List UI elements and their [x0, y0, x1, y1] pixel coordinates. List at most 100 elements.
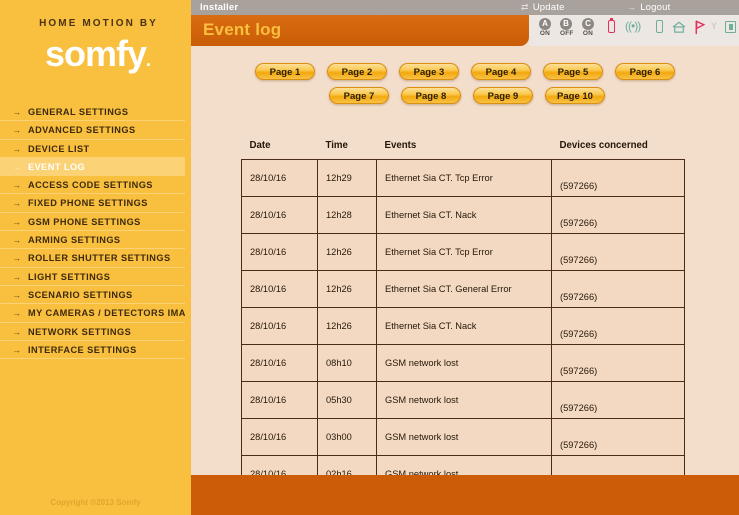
cell-date: 28/10/16: [241, 233, 318, 271]
zone-b-badge[interactable]: B OFF: [560, 18, 574, 37]
arrow-right-icon: →: [12, 289, 22, 300]
page-button-page-4[interactable]: Page 4: [471, 63, 531, 80]
flag-icon-svg: [695, 20, 706, 35]
cell-date: 28/10/16: [241, 307, 318, 345]
page-button-page-10[interactable]: Page 10: [545, 87, 605, 104]
arrow-right-icon: →: [12, 107, 22, 117]
sidebar-item-label: LIGHT SETTINGS: [28, 271, 111, 282]
sidebar-item-event-log[interactable]: → EVENT LOG: [0, 157, 191, 177]
sidebar-item-label: FIXED PHONE SETTINGS: [28, 198, 148, 209]
arrow-right-icon: →: [12, 125, 22, 136]
table-row: 28/10/16 12h26 Ethernet Sia CT. Tcp Error(…: [241, 233, 685, 271]
sidebar-item-roller-shutter-settings[interactable]: → ROLLER SHUTTER SETTINGS: [0, 249, 191, 268]
table-row: 28/10/16 08h10 GSM network lost (597266): [241, 344, 685, 382]
application-window: HOME MOTION BY somfy. → GENERAL SETTINGS →…: [0, 0, 739, 515]
signal-waves-icon: ((•)): [625, 19, 641, 33]
update-link[interactable]: ⇄ Update: [521, 2, 565, 13]
arrow-right-icon: →: [12, 216, 22, 227]
zone-a-badge[interactable]: A ON: [539, 18, 551, 37]
table-row: 28/10/16 05h30 GSM network lost (597266): [241, 381, 685, 419]
zone-a-letter: A: [539, 18, 551, 30]
column-header-date: Date: [249, 140, 271, 151]
cell-time: 12h26: [317, 233, 377, 271]
page-button-page-9[interactable]: Page 9: [473, 87, 533, 104]
logout-link[interactable]: → Logout: [627, 2, 670, 13]
cell-device: (597266): [551, 307, 685, 345]
status-icon-strip: A ON B OFF C ON ((•)) Y: [529, 15, 739, 46]
zone-c-badge[interactable]: C ON: [582, 18, 594, 37]
table-row: 28/10/16 03h00 GSM network lost (597266): [241, 418, 685, 456]
sidebar-item-light-settings[interactable]: → LIGHT SETTINGS: [0, 268, 191, 286]
cell-event: Ethernet Sia CT. General Error: [376, 270, 552, 308]
zone-c-letter: C: [582, 18, 594, 30]
zone-a-state: ON: [539, 30, 551, 37]
page-button-page-3[interactable]: Page 3: [399, 63, 459, 80]
sidebar-item-arming-settings[interactable]: → ARMING SETTINGS: [0, 231, 191, 250]
table-row: 28/10/16 12h26 Ethernet Sia CT. Nack (59726…: [241, 307, 685, 345]
sidebar-item-access-code-settings[interactable]: → ACCESS CODE SETTINGS: [0, 176, 191, 195]
arrow-right-icon: →: [12, 271, 22, 282]
pagination-controls: Page 1 Page 2 Page 3 Page 4 Page 5 Page 6 Pag…: [191, 46, 739, 104]
page-button-page-5[interactable]: Page 5: [543, 63, 603, 80]
content-area: Page 1 Page 2 Page 3 Page 4 Page 5 Page 6 Pag…: [191, 46, 739, 515]
sidebar-item-general-settings[interactable]: → GENERAL SETTINGS: [0, 103, 191, 122]
sidebar-item-label: SCENARIO SETTINGS: [28, 289, 133, 300]
event-log-table: Date Time Events Devices concerned 28/10…: [241, 140, 685, 515]
sidebar-menu: → GENERAL SETTINGS → ADVANCED SETTINGS → DEVI…: [0, 103, 206, 360]
sidebar-item-fixed-phone-settings[interactable]: → FIXED PHONE SETTINGS: [0, 194, 191, 213]
sidebar-item-label: EVENT LOG: [28, 161, 86, 172]
sidebar-item-label: ARMING SETTINGS: [28, 235, 121, 246]
top-bar: Installer ⇄ Update → Logout: [191, 0, 739, 15]
sidebar-item-advanced-settings[interactable]: → ADVANCED SETTINGS: [0, 121, 191, 140]
cell-device: (597266): [551, 196, 685, 234]
sidebar: HOME MOTION BY somfy. → GENERAL SETTINGS →…: [0, 0, 206, 515]
cell-time: 12h28: [317, 196, 377, 234]
sidebar-item-gsm-phone-settings[interactable]: → GSM PHONE SETTINGS: [0, 213, 191, 232]
cell-event: GSM network lost: [376, 381, 552, 419]
cell-time: 12h26: [317, 270, 377, 308]
arrow-right-icon: →: [12, 180, 22, 191]
pagination-row-1: Page 1 Page 2 Page 3 Page 4 Page 5 Page 6: [191, 63, 739, 80]
sidebar-item-label: ROLLER SHUTTER SETTINGS: [28, 253, 171, 264]
antenna-y-icon: Y: [711, 21, 718, 31]
page-button-page-8[interactable]: Page 8: [401, 87, 461, 104]
page-button-page-7[interactable]: Page 7: [329, 87, 389, 104]
table-header-row: Date Time Events Devices concerned: [242, 140, 685, 160]
column-header-events: Events: [384, 140, 417, 151]
cell-date: 28/10/16: [241, 159, 318, 197]
sidebar-item-label: GSM PHONE SETTINGS: [28, 216, 141, 227]
sidebar-item-label: GENERAL SETTINGS: [28, 107, 129, 117]
sidebar-item-network-settings[interactable]: → NETWORK SETTINGS: [0, 323, 191, 341]
sidebar-item-label: NETWORK SETTINGS: [28, 326, 132, 337]
arrow-right-icon: →: [12, 143, 22, 154]
cell-time: 12h29: [317, 159, 377, 197]
sidebar-item-label: INTERFACE SETTINGS: [28, 344, 137, 355]
table-body: 28/10/16 12h29 Ethernet Sia CT. Tcp Error(…: [241, 159, 685, 515]
page-title: Event log: [203, 20, 282, 39]
sidebar-item-device-list[interactable]: → DEVICE LIST: [0, 140, 191, 158]
flag-icon: [694, 18, 706, 40]
device-rect-icon: [656, 18, 663, 33]
table-row: 28/10/16 12h26 Ethernet Sia CT. General Er…: [241, 270, 685, 308]
logo-dot: .: [146, 50, 151, 70]
sidebar-item-scenario-settings[interactable]: → SCENARIO SETTINGS: [0, 286, 191, 305]
cell-time: 05h30: [317, 381, 377, 419]
battery-icon: [608, 18, 615, 33]
page-button-page-2[interactable]: Page 2: [327, 63, 387, 80]
logo-wordmark: somfy.: [0, 35, 191, 79]
sidebar-item-interface-settings[interactable]: → INTERFACE SETTINGS: [0, 341, 191, 360]
zone-b-state: OFF: [560, 30, 574, 37]
cell-date: 28/10/16: [241, 270, 318, 308]
arrow-right-icon: →: [12, 308, 22, 319]
cell-date: 28/10/16: [241, 196, 318, 234]
cell-time: 08h10: [317, 344, 377, 382]
cell-device: (597266): [551, 270, 685, 308]
page-button-page-1[interactable]: Page 1: [255, 63, 315, 80]
memory-card-icon: [725, 18, 736, 33]
copyright-text: Copyright ©2013 Somfy: [50, 498, 141, 507]
sidebar-item-my-cameras-detectors-images[interactable]: → MY CAMERAS / DETECTORS IMAGES: [0, 304, 206, 323]
cell-date: 28/10/16: [241, 344, 318, 382]
cell-event: GSM network lost: [376, 418, 552, 456]
page-button-page-6[interactable]: Page 6: [615, 63, 675, 80]
table-row: 28/10/16 12h28 Ethernet Sia CT. Nack (59726…: [241, 196, 685, 234]
